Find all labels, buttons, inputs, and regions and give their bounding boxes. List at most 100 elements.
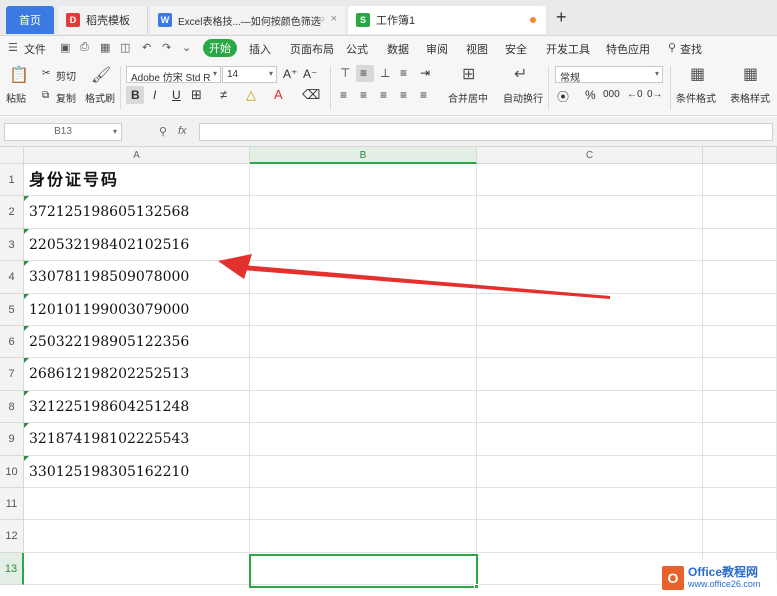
increase-font-icon[interactable]: A⁺	[283, 67, 297, 81]
paste-button[interactable]: 粘贴	[6, 90, 26, 105]
cell-a[interactable]: 330125198305162210	[24, 456, 250, 488]
export-icon[interactable]: ◫	[120, 41, 130, 54]
menu-developer-tools[interactable]: 开发工具	[546, 41, 590, 57]
merge-center-icon[interactable]: ⊞	[462, 64, 475, 84]
spreadsheet-grid[interactable]: A B C 1 身份证号码 2 372125198605132568 3 22053219…	[0, 147, 777, 596]
new-tab-button[interactable]: +	[556, 8, 567, 26]
strikethrough-icon[interactable]: ≠	[220, 87, 227, 102]
clear-format-icon[interactable]: ⌫	[302, 87, 320, 103]
menu-formulas[interactable]: 公式	[346, 41, 368, 57]
cut-icon[interactable]: ✂	[42, 68, 50, 79]
menu-insert[interactable]: 插入	[249, 41, 271, 57]
cell-b[interactable]	[250, 358, 477, 391]
menu-data[interactable]: 数据	[387, 41, 409, 57]
decrease-font-icon[interactable]: A⁻	[303, 67, 317, 81]
align-middle-icon[interactable]: ≡	[360, 66, 367, 80]
cell-a[interactable]: 身份证号码	[24, 164, 250, 196]
align-top-icon[interactable]: ⊤	[340, 66, 350, 80]
cell-c[interactable]	[477, 196, 703, 229]
currency-icon[interactable]: ⦿	[557, 88, 569, 105]
row-header[interactable]: 9	[0, 423, 24, 456]
row-header[interactable]: 3	[0, 229, 24, 261]
align-right-icon[interactable]: ≡	[380, 88, 387, 102]
row-header[interactable]: 4	[0, 261, 24, 294]
number-format-select[interactable]: 常规 ▾	[555, 66, 663, 84]
table-style-icon[interactable]: ▦	[743, 64, 758, 84]
align-bottom-icon[interactable]: ⊥	[380, 66, 390, 80]
merge-center-button[interactable]: 合并居中	[448, 90, 488, 105]
cell-a[interactable]: 321874198102225543	[24, 423, 250, 456]
wrap-text-button[interactable]: 自动换行	[503, 90, 543, 105]
copy-button[interactable]: 复制	[56, 90, 76, 105]
align-center-icon[interactable]: ≡	[360, 88, 367, 102]
row-header[interactable]: 1	[0, 164, 24, 196]
menu-review[interactable]: 审阅	[426, 41, 448, 57]
cell-d[interactable]	[703, 423, 777, 456]
cell-c[interactable]	[477, 423, 703, 456]
cell-c[interactable]	[477, 520, 703, 553]
insert-function-icon[interactable]: fx	[178, 125, 187, 137]
column-header-d[interactable]	[703, 147, 777, 164]
row-header[interactable]: 11	[0, 488, 24, 520]
tab-home[interactable]: 首页	[6, 6, 54, 34]
tab-workbook-1[interactable]: S 工作簿1	[348, 6, 546, 34]
copy-icon[interactable]: ⧉	[42, 90, 49, 101]
tab-docer-templates[interactable]: D 稻壳模板	[58, 6, 148, 34]
zoom-icon[interactable]: ⚲	[159, 125, 167, 138]
cell-b[interactable]	[250, 196, 477, 229]
customize-toolbar-icon[interactable]: ⌄	[182, 41, 191, 54]
borders-icon[interactable]: ⊞	[191, 87, 202, 103]
cell-d[interactable]	[703, 488, 777, 520]
cell-a[interactable]: 250322198905122356	[24, 326, 250, 358]
indent-icon[interactable]: ⇥	[420, 66, 430, 80]
menu-file[interactable]: 文件	[24, 41, 46, 57]
print-preview-icon[interactable]: ▦	[100, 41, 110, 54]
cell-c[interactable]	[477, 456, 703, 488]
redo-icon[interactable]: ↷	[162, 41, 171, 54]
menu-security[interactable]: 安全	[505, 41, 527, 57]
cell-d[interactable]	[703, 196, 777, 229]
format-painter-icon[interactable]: 🖌	[91, 65, 111, 85]
decrease-decimal-icon[interactable]: 0→	[647, 89, 663, 100]
cell-d[interactable]	[703, 326, 777, 358]
cell-c[interactable]	[477, 391, 703, 423]
thousands-icon[interactable]: 000	[603, 89, 620, 100]
paste-icon[interactable]: 📋	[9, 65, 29, 85]
increase-decimal-icon[interactable]: ←0	[627, 89, 643, 100]
font-size-select[interactable]: 14 ▾	[222, 66, 277, 83]
font-name-select[interactable]: Adobe 仿宋 Std R ▾	[126, 66, 221, 84]
menu-search[interactable]: 查找	[680, 41, 702, 57]
menu-view[interactable]: 视图	[466, 41, 488, 57]
cell-b[interactable]	[250, 456, 477, 488]
select-all-corner[interactable]	[0, 147, 24, 164]
search-icon[interactable]: ⚲	[668, 41, 676, 54]
fill-handle[interactable]	[474, 584, 479, 589]
cell-d[interactable]	[703, 358, 777, 391]
cell-b[interactable]	[250, 326, 477, 358]
row-header[interactable]: 12	[0, 520, 24, 553]
cell-d[interactable]	[703, 164, 777, 196]
justify-icon[interactable]: ≡	[400, 88, 407, 102]
cell-a[interactable]	[24, 488, 250, 520]
save-icon[interactable]: ▣	[60, 41, 70, 54]
undo-icon[interactable]: ↶	[142, 41, 151, 54]
format-painter-button[interactable]: 格式刷	[85, 90, 115, 105]
row-header[interactable]: 6	[0, 326, 24, 358]
cell-c[interactable]	[477, 358, 703, 391]
tab-excel-article[interactable]: W Excel表格技...—如何按颜色筛选 ○ ×	[150, 6, 345, 34]
cell-c[interactable]	[477, 488, 703, 520]
menu-start[interactable]: 开始	[203, 39, 237, 57]
column-header-c[interactable]: C	[477, 147, 703, 164]
menu-page-layout[interactable]: 页面布局	[290, 41, 334, 57]
cell-a[interactable]: 372125198605132568	[24, 196, 250, 229]
print-icon[interactable]: ⎙	[80, 41, 89, 54]
cell-a[interactable]: 268612198202252513	[24, 358, 250, 391]
cell-b[interactable]	[250, 488, 477, 520]
cell-b[interactable]	[250, 423, 477, 456]
cell-d[interactable]	[703, 294, 777, 326]
cell-c[interactable]	[477, 164, 703, 196]
cell-d[interactable]	[703, 229, 777, 261]
fill-color-icon[interactable]: △	[246, 87, 256, 103]
cell-d[interactable]	[703, 391, 777, 423]
row-header[interactable]: 5	[0, 294, 24, 326]
